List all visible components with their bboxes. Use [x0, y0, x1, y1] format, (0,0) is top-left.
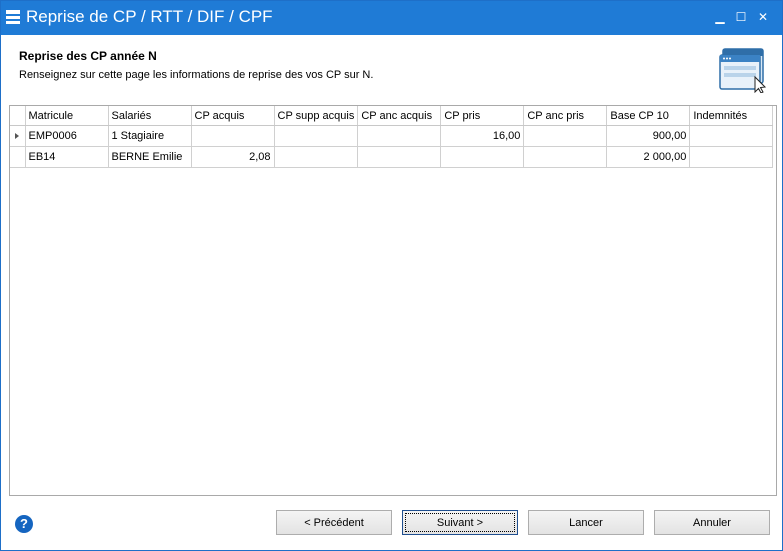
cell-cp-acquis[interactable]: [191, 125, 275, 147]
column-header-cp-acquis[interactable]: CP acquis: [191, 106, 275, 126]
cell-indemnites[interactable]: [689, 125, 774, 147]
wizard-window: Reprise de CP / RTT / DIF / CPF ▁ ☐ ✕ Re…: [0, 0, 783, 551]
row-indicator-header: [10, 106, 26, 126]
row-indicator[interactable]: [10, 146, 26, 168]
window-title: Reprise de CP / RTT / DIF / CPF: [26, 7, 273, 26]
column-header-matricule[interactable]: Matricule: [25, 106, 109, 126]
table-row[interactable]: EMP0006 1 Stagiaire 16,00 900,00: [10, 125, 774, 147]
cp-grid[interactable]: Matricule Salariés CP acquis CP supp acq…: [9, 105, 777, 496]
cell-cp-anc-acquis[interactable]: [357, 125, 442, 147]
minimize-icon[interactable]: ▁: [712, 9, 728, 25]
column-header-base-cp-10[interactable]: Base CP 10: [606, 106, 691, 126]
cell-matricule[interactable]: EMP0006: [25, 125, 109, 147]
cell-cp-supp-acquis[interactable]: [274, 146, 359, 168]
cell-cp-acquis[interactable]: 2,08: [191, 146, 275, 168]
app-menu-icon[interactable]: [6, 10, 20, 26]
title-bar[interactable]: Reprise de CP / RTT / DIF / CPF ▁ ☐ ✕: [1, 1, 782, 35]
cell-cp-pris[interactable]: [440, 146, 525, 168]
header-row: Matricule Salariés CP acquis CP supp acq…: [10, 106, 774, 126]
current-row-arrow-icon: [15, 133, 20, 139]
maximize-icon[interactable]: ☐: [733, 9, 749, 25]
cell-indemnites[interactable]: [689, 146, 774, 168]
page-subtitle: Renseignez sur cette page les informatio…: [19, 69, 374, 81]
wizard-window-icon: [719, 48, 767, 93]
cell-base-cp-10[interactable]: 2 000,00: [606, 146, 691, 168]
page-title: Reprise des CP année N: [19, 49, 157, 63]
cell-cp-anc-pris[interactable]: [523, 146, 608, 168]
help-icon[interactable]: ?: [15, 515, 33, 533]
column-header-cp-supp-acquis[interactable]: CP supp acquis: [274, 106, 359, 126]
cell-cp-anc-pris[interactable]: [523, 125, 608, 147]
column-header-cp-pris[interactable]: CP pris: [440, 106, 525, 126]
column-header-salaries[interactable]: Salariés: [108, 106, 192, 126]
table-row[interactable]: EB14 BERNE Emilie 2,08 2 000,00: [10, 146, 774, 168]
cell-matricule[interactable]: EB14: [25, 146, 109, 168]
cell-cp-anc-acquis[interactable]: [357, 146, 442, 168]
launch-button[interactable]: Lancer: [528, 510, 644, 535]
column-header-cp-anc-acquis[interactable]: CP anc acquis: [357, 106, 442, 126]
cell-salaries[interactable]: 1 Stagiaire: [108, 125, 192, 147]
next-button[interactable]: Suivant >: [402, 510, 518, 535]
column-header-cp-anc-pris[interactable]: CP anc pris: [523, 106, 608, 126]
cp-table: Matricule Salariés CP acquis CP supp acq…: [10, 106, 774, 168]
row-indicator[interactable]: [10, 125, 26, 147]
previous-button[interactable]: < Précédent: [276, 510, 392, 535]
column-header-indemnites[interactable]: Indemnités: [689, 106, 774, 126]
cell-base-cp-10[interactable]: 900,00: [606, 125, 691, 147]
cell-salaries[interactable]: BERNE Emilie: [108, 146, 192, 168]
cell-cp-pris[interactable]: 16,00: [440, 125, 525, 147]
cancel-button[interactable]: Annuler: [654, 510, 770, 535]
cell-cp-supp-acquis[interactable]: [274, 125, 359, 147]
close-icon[interactable]: ✕: [755, 9, 771, 25]
